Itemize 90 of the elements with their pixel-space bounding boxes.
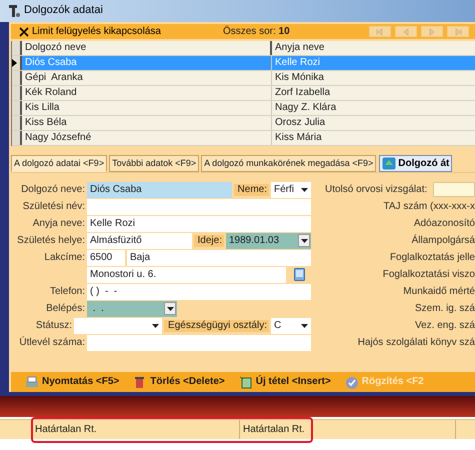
field-label: Belépés:: [45, 302, 86, 314]
table-row[interactable]: Gépi Aranka Kis Mónika: [12, 71, 475, 86]
field-label: Szem. ig. szá: [414, 302, 475, 314]
table-cell: Gépi Aranka: [22, 71, 272, 85]
field-label: Hajós szolgálati könyv szá: [358, 336, 475, 348]
input-field[interactable]: Almásfüzitő: [87, 232, 192, 248]
field-label: Lakcíme:: [43, 252, 86, 264]
field-label: Vez. eng. szá: [414, 320, 475, 332]
table-cell: Nagy Józsefné: [22, 131, 272, 145]
pointer-icon: [12, 59, 17, 67]
caret-icon: [166, 306, 174, 310]
caret-icon: [300, 238, 308, 242]
input-field[interactable]: [87, 334, 311, 350]
field-label: Utolsó orvosi vizsgálat:: [325, 184, 428, 196]
field-label: Foglalkoztatás jelle: [390, 252, 475, 264]
field-label: TAJ szám (xxx-xxx-x: [384, 200, 475, 212]
field-label: Telefon:: [48, 286, 86, 298]
book-icon: [294, 268, 305, 281]
row-indicator: [12, 116, 22, 130]
table-cell-text: Kiss Mária: [274, 131, 323, 145]
arrow-icon: [376, 28, 384, 36]
field-label: Útlevél száma:: [18, 336, 86, 348]
table-cell-text: Zorf Izabella: [274, 86, 332, 100]
table-cell-text: Kis Mónika: [274, 71, 325, 85]
table-cell-text: Orosz Julia: [274, 116, 326, 130]
transfer-icon: [382, 157, 396, 170]
print-button[interactable]: Nyomtatás <F5>: [25, 376, 120, 388]
field-label: Születés helye:: [16, 234, 86, 246]
tab[interactable]: A dolgozó adatai <F9>: [11, 155, 108, 172]
arrow-icon: [402, 28, 410, 36]
row-indicator: [12, 101, 22, 115]
table-cell: Kis Lilla: [22, 101, 272, 115]
row-indicator: [12, 131, 22, 145]
table-row[interactable]: Kék Roland Zorf Izabella: [12, 86, 475, 101]
limit-button[interactable]: Limit felügyelés kikapcsolása: [19, 26, 161, 38]
transfer-button[interactable]: Dolgozó át: [379, 155, 452, 172]
field-label: Adóazonosító: [414, 218, 475, 230]
input-field[interactable]: Kelle Rozi: [87, 216, 311, 232]
field-label: Dolgozó neve:: [20, 184, 86, 196]
field-label: Ideje:: [194, 234, 224, 246]
table-cell-text: Nagy Z. Klára: [274, 101, 338, 115]
field-label: Foglalkoztatási viszo: [382, 268, 475, 280]
input-field[interactable]: 6500: [87, 250, 125, 266]
dropdown[interactable]: C: [271, 318, 311, 334]
new-icon: [238, 376, 253, 388]
caret-icon: [152, 324, 160, 328]
field-label: Státusz:: [34, 320, 74, 332]
close-icon: [19, 26, 29, 36]
tab[interactable]: A dolgozó munkakörének megadása <F9>: [201, 155, 376, 172]
save-icon: [344, 376, 359, 388]
arrow-icon: [454, 28, 462, 36]
input-field[interactable]: [433, 182, 475, 197]
field-label: Egészségügyi osztály:: [164, 320, 269, 332]
print-icon: [25, 376, 39, 388]
table-cell: Kiss Béla: [22, 116, 272, 130]
table-row[interactable]: Kiss Béla Orosz Julia: [12, 116, 475, 131]
row-count: Összes sor: 10: [222, 26, 290, 38]
status-panel: Határtalan Rt.: [240, 420, 456, 439]
input-field[interactable]: ( ) - -: [87, 284, 311, 300]
row-indicator: [12, 41, 22, 55]
column-header: Anyja neve: [274, 41, 326, 55]
field-label: Munkaidő mérté: [403, 286, 475, 298]
new-button[interactable]: Új tétel <Insert>: [238, 376, 331, 388]
date-field[interactable]: . .: [87, 300, 177, 316]
date-field[interactable]: 1989.01.03: [226, 232, 311, 248]
field-label: Születési név:: [22, 200, 86, 212]
field-label: Neme:: [234, 184, 269, 196]
caret-icon: [301, 188, 308, 192]
app-icon: [8, 4, 20, 18]
input-field[interactable]: Diós Csaba: [87, 182, 232, 198]
row-indicator: [12, 71, 22, 85]
arrow-icon: [428, 28, 436, 36]
window-title: Dolgozók adatai: [24, 4, 103, 18]
field-label: Állampolgársá: [412, 234, 475, 246]
table-row[interactable]: Nagy Józsefné Kiss Mária: [12, 131, 475, 146]
table-cell-text: Kelle Rozi: [274, 56, 322, 70]
input-field[interactable]: [87, 198, 311, 214]
table-row[interactable]: Kis Lilla Nagy Z. Klára: [12, 101, 475, 116]
table-cell: Kék Roland: [22, 86, 272, 100]
dropdown[interactable]: Férfi: [271, 182, 311, 198]
delete-button[interactable]: Törlés <Delete>: [133, 376, 225, 388]
dropdown[interactable]: [74, 318, 162, 334]
table-cell: Diós Csaba: [22, 56, 272, 70]
input-field[interactable]: Monostori u. 6.: [87, 266, 286, 282]
status-panel: Határtalan Rt.: [32, 420, 240, 439]
tab[interactable]: További adatok <F9>: [109, 155, 200, 172]
row-indicator: [12, 86, 22, 100]
field-label: Anyja neve:: [32, 218, 86, 230]
caret-icon: [301, 324, 308, 328]
input-field[interactable]: Baja: [127, 250, 311, 266]
